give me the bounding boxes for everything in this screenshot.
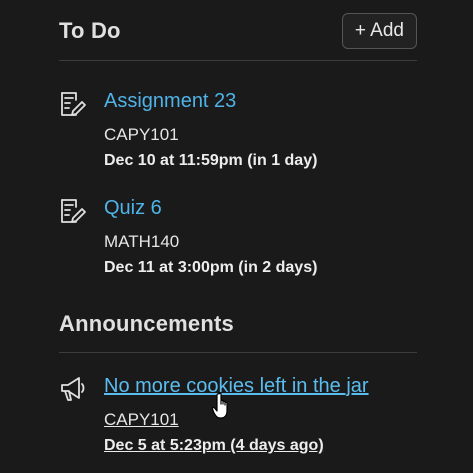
todo-divider xyxy=(59,60,417,61)
todo-item-title[interactable]: Assignment 23 xyxy=(104,90,236,113)
todo-item-course: MATH140 xyxy=(104,232,180,251)
announcement-item: No more cookies left in the jar CAPY101 … xyxy=(59,375,433,465)
todo-item-title[interactable]: Quiz 6 xyxy=(104,197,162,220)
announcements-divider xyxy=(59,352,417,353)
hand-pointer-icon xyxy=(211,392,234,420)
announcements-title: Announcements xyxy=(59,311,234,336)
todo-item-course: CAPY101 xyxy=(104,125,179,144)
todo-item: Assignment 23 CAPY101 Dec 10 at 11:59pm … xyxy=(59,90,433,180)
add-todo-button[interactable]: + Add xyxy=(341,13,417,49)
announcements-header: Announcements xyxy=(59,307,417,341)
todo-item: Quiz 6 MATH140 Dec 11 at 3:00pm (in 2 da… xyxy=(59,197,433,287)
todo-item-due: Dec 11 at 3:00pm (in 2 days) xyxy=(104,259,318,276)
quiz-icon xyxy=(59,197,87,225)
announcement-date[interactable]: Dec 5 at 5:23pm (4 days ago) xyxy=(104,437,324,455)
todo-item-due: Dec 10 at 11:59pm (in 1 day) xyxy=(104,152,318,169)
megaphone-icon xyxy=(59,375,87,403)
todo-panel: To Do + Add Assignment 23 CAPY101 Dec 10… xyxy=(0,0,473,473)
todo-header: To Do + Add xyxy=(59,12,417,50)
todo-title: To Do xyxy=(59,18,121,43)
announcement-title-link[interactable]: No more cookies left in the jar xyxy=(104,375,369,398)
assignment-icon xyxy=(59,90,87,118)
announcement-course[interactable]: CAPY101 xyxy=(104,410,179,430)
